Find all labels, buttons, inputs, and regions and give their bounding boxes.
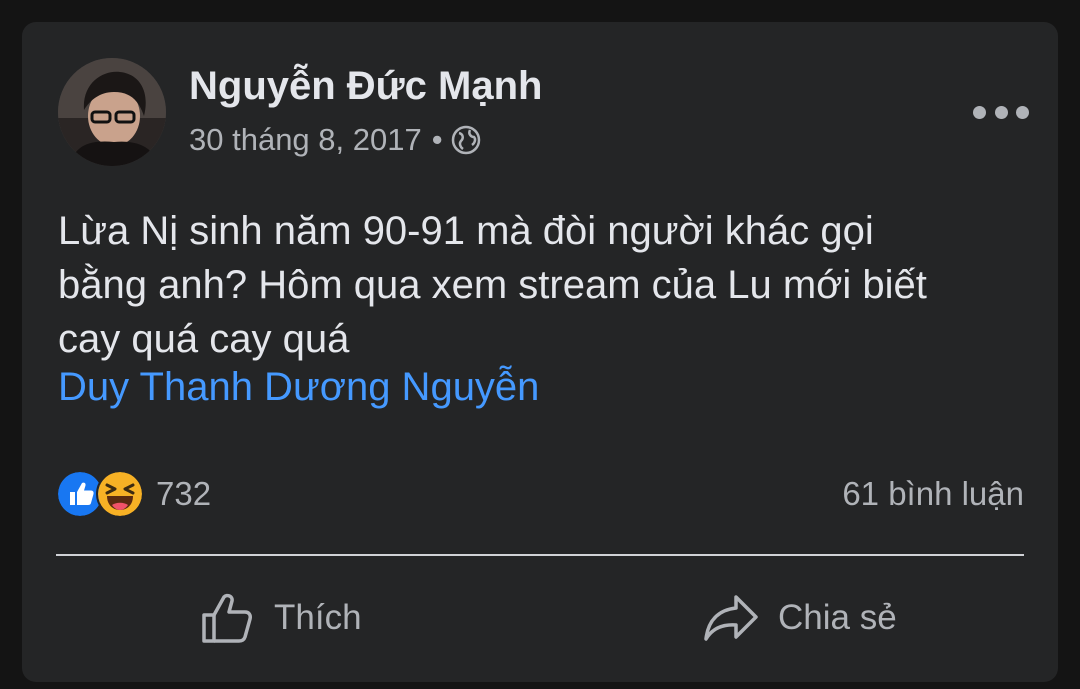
reaction-count: 732 <box>156 475 212 512</box>
reactions-summary[interactable]: 732 <box>56 470 211 518</box>
more-dot-icon <box>994 105 1008 119</box>
more-options-button[interactable] <box>973 102 1029 122</box>
thumbs-up-icon <box>202 593 252 643</box>
post-card: Nguyễn Đức Mạnh 30 tháng 8, 2017 • Lừa N… <box>22 22 1058 682</box>
avatar-image <box>58 58 166 166</box>
haha-reaction-icon <box>96 470 144 518</box>
share-label: Chia sẻ <box>778 598 897 637</box>
avatar[interactable] <box>58 58 166 166</box>
mention-link[interactable]: Duy Thanh Dương Nguyễn <box>58 360 539 414</box>
post-meta: 30 tháng 8, 2017 • <box>189 122 481 158</box>
more-dot-icon <box>1016 105 1029 119</box>
like-button[interactable]: Thích <box>200 588 362 648</box>
post-date[interactable]: 30 tháng 8, 2017 <box>189 122 422 158</box>
like-label: Thích <box>274 598 362 637</box>
comment-count[interactable]: 61 bình luận <box>842 474 1024 514</box>
globe-icon <box>451 125 481 155</box>
share-button[interactable]: Chia sẻ <box>702 588 897 648</box>
meta-separator: • <box>431 122 443 157</box>
share-arrow-icon <box>704 595 758 641</box>
divider <box>56 554 1024 556</box>
author-name[interactable]: Nguyễn Đức Mạnh <box>189 64 542 108</box>
more-dot-icon <box>973 105 986 119</box>
post-text: Lừa Nị sinh năm 90-91 mà đòi người khác … <box>58 209 927 361</box>
